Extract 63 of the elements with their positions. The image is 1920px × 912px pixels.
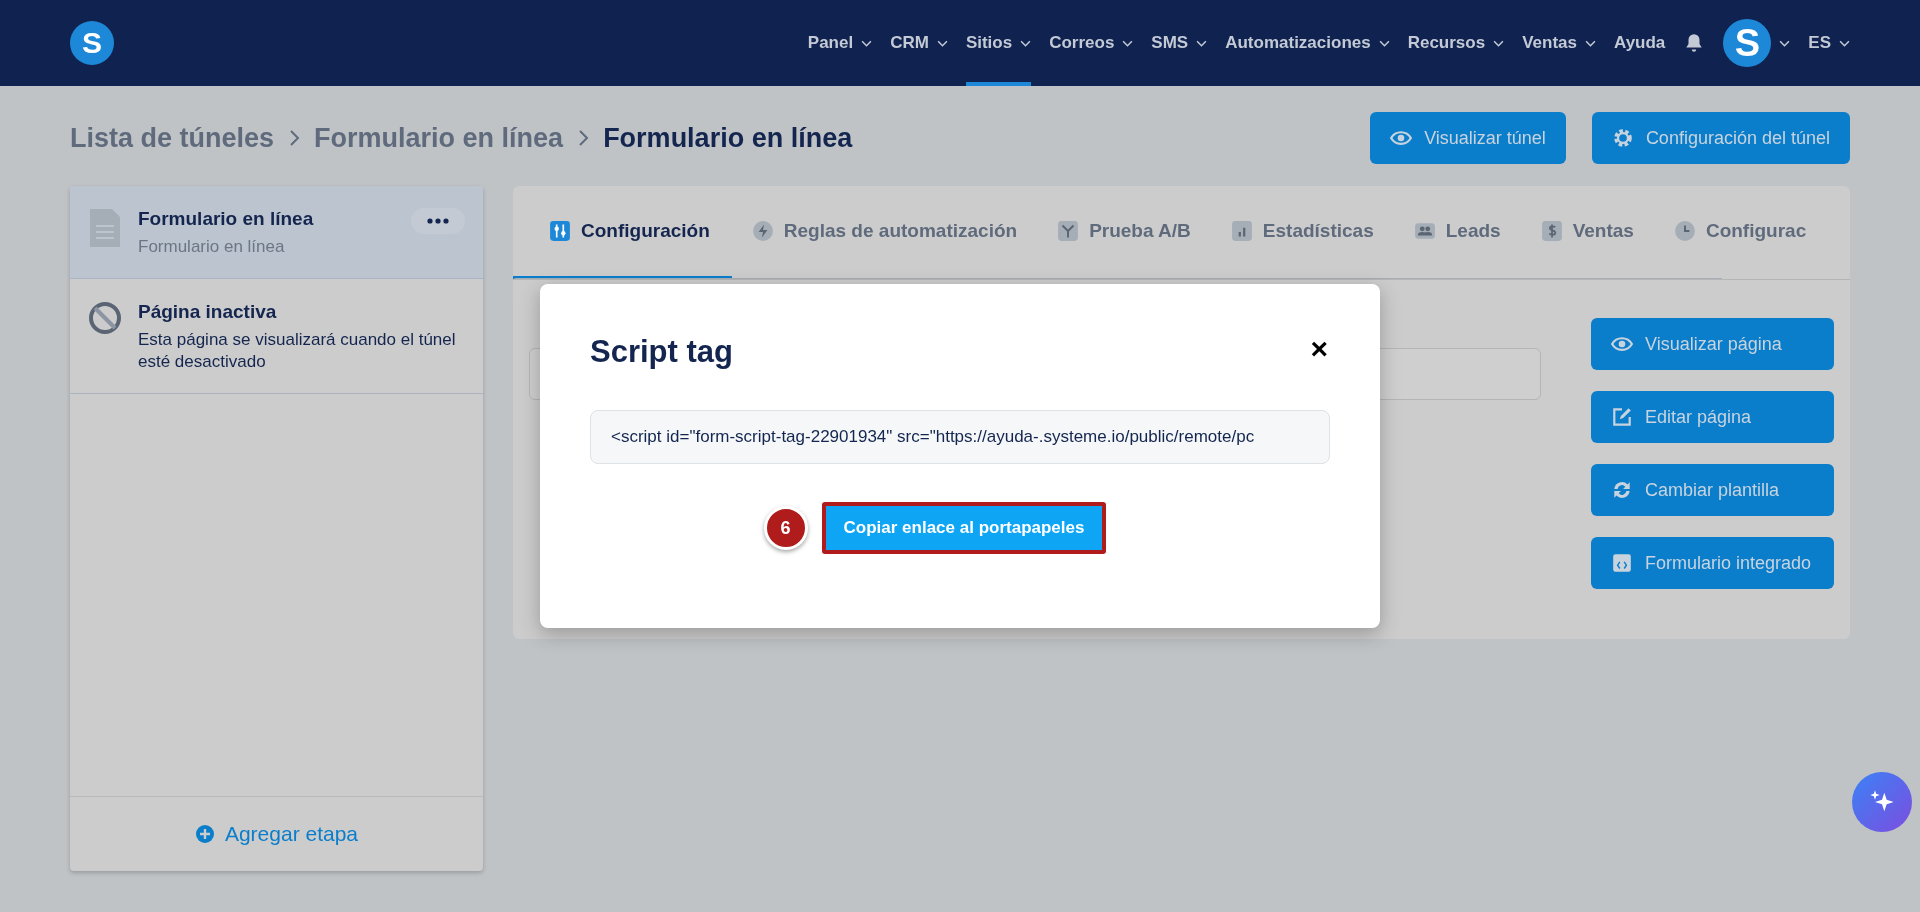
close-button[interactable]: × (1310, 334, 1328, 364)
more-icon (427, 218, 449, 224)
code-window-icon (1611, 552, 1633, 574)
chevron-down-icon (1196, 39, 1208, 47)
breadcrumb-item[interactable]: Lista de túneles (70, 122, 275, 154)
chevron-down-icon (1020, 39, 1032, 47)
bar-chart-icon (1230, 220, 1253, 242)
avatar[interactable]: S (1723, 19, 1772, 67)
bolt-icon (751, 220, 774, 242)
clock-icon (1673, 220, 1696, 242)
funnel-step[interactable]: Formulario en línea Formulario en línea (70, 186, 483, 280)
chevron-down-icon (1585, 39, 1596, 47)
step-subtitle: Esta página se visualizará cuando el túnel esté desactivado (138, 329, 457, 374)
chevron-down-icon (1779, 39, 1791, 47)
nav-menu-item[interactable]: CRM (890, 0, 948, 86)
chevron-down-icon (1378, 39, 1390, 47)
breadcrumb-item[interactable]: Formulario en línea (314, 122, 564, 154)
step-subtitle: Formulario en línea (138, 236, 286, 258)
more-button[interactable] (411, 208, 465, 234)
header-button[interactable]: Configuración del túnel (1591, 112, 1850, 164)
split-arrows-icon (1057, 220, 1080, 242)
assistant-button[interactable] (1852, 772, 1912, 832)
chevron-down-icon (1493, 39, 1505, 47)
page-action-button[interactable]: Visualizar página (1591, 318, 1834, 370)
page-action-button[interactable]: Cambiar plantilla (1591, 464, 1834, 516)
chevron-down-icon (861, 39, 873, 47)
chevron-down-icon (1122, 39, 1134, 47)
plus-circle-icon (194, 824, 215, 844)
nav-menu-item[interactable]: SMS (1151, 0, 1208, 86)
chevron-right-icon (577, 129, 590, 147)
logo[interactable]: S (70, 21, 114, 65)
funnel-step[interactable]: Página inactiva Esta página se visualizará cuando el túnel esté desactivado (70, 279, 483, 395)
chevron-down-icon (936, 39, 948, 47)
nav-menu-item[interactable]: Ventas (1522, 0, 1596, 86)
language-selector[interactable]: ES (1808, 33, 1831, 53)
tab[interactable]: Configurac (1653, 186, 1827, 279)
nav-menu-item[interactable]: Sitios (965, 0, 1032, 86)
code-field[interactable]: <script id="form-script-tag-22901934" src="https://ayuda-.systeme.io/public/remote/pc (590, 410, 1330, 464)
prohibited-icon (88, 301, 122, 336)
sliders-icon (549, 220, 571, 242)
settings-icon (1611, 127, 1634, 149)
chevron-right-icon (288, 129, 301, 147)
nav-menu-item[interactable]: Recursos (1407, 0, 1505, 86)
copy-button[interactable]: Copiar enlace al portapapeles (821, 502, 1107, 554)
nav-menu-item[interactable]: Ayuda (1614, 0, 1666, 86)
step-title: Página inactiva (138, 301, 278, 324)
step-title: Formulario en línea (138, 208, 314, 230)
chevron-down-icon (1839, 39, 1850, 47)
dollar-icon (1540, 220, 1563, 242)
tab[interactable]: Estadísticas (1210, 186, 1394, 279)
nav-menu-item[interactable]: Correos (1049, 0, 1134, 86)
modal-title: Script tag (590, 334, 733, 370)
refresh-icon (1611, 479, 1633, 501)
edit-icon (1611, 406, 1633, 428)
nav-menu-item[interactable]: Panel (807, 0, 873, 86)
breadcrumb-item: Formulario en línea (603, 122, 853, 154)
page-action-button[interactable]: Formulario integrado (1591, 537, 1834, 589)
page-action-button[interactable]: Editar página (1591, 391, 1834, 443)
people-icon (1413, 220, 1436, 242)
nav-menu-item[interactable]: Automatizaciones (1225, 0, 1390, 86)
document-icon (88, 208, 122, 248)
add-step-button[interactable]: Agregar etapa (188, 821, 365, 847)
header-button[interactable]: Visualizar túnel (1370, 112, 1566, 164)
